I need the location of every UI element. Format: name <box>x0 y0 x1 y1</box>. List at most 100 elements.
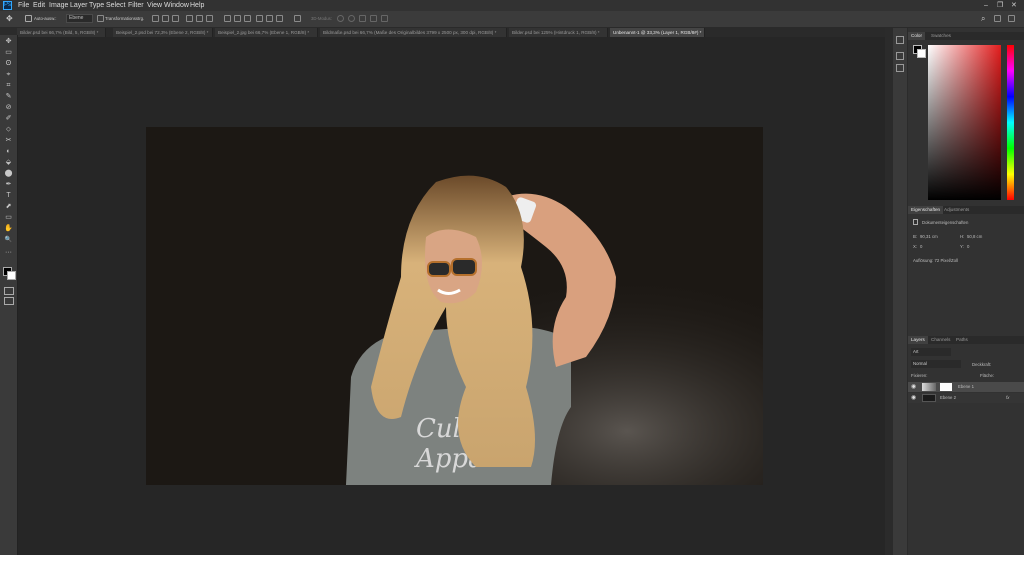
tab-paths[interactable]: Paths <box>953 336 971 344</box>
more-tools-icon[interactable]: ··· <box>4 249 13 257</box>
hue-slider[interactable] <box>1007 45 1014 200</box>
layer-filter-dropdown[interactable]: Art <box>911 348 951 356</box>
3d-slide-icon[interactable] <box>370 15 377 22</box>
layer-name[interactable]: Ebene 2 <box>940 395 956 400</box>
menu-type[interactable]: Type <box>89 0 104 11</box>
type-tool-icon[interactable]: T <box>4 192 13 200</box>
tab-document-3[interactable]: Beispiel_2.jpg bei 66,7% (Ebene 1, RGB/8… <box>215 28 318 37</box>
hand-tool-icon[interactable]: ✋ <box>4 225 13 233</box>
history-panel-icon[interactable] <box>896 36 904 44</box>
tab-document-active[interactable]: Unbenannt-1 @ 33,3% (Layer 1, RGB/8#) * <box>610 28 705 37</box>
distribute-left-icon[interactable] <box>256 15 263 22</box>
tab-color[interactable]: Color <box>908 32 925 40</box>
layer-row[interactable]: ◉ Ebene 2 fx <box>908 393 1024 403</box>
restore-button[interactable]: ❐ <box>997 0 1003 11</box>
tab-document-2[interactable]: Beispiel_2.psd bei 72,3% (Ebene 2, RGB/8… <box>113 28 213 37</box>
distribute-vcenter-icon[interactable] <box>234 15 241 22</box>
width-value[interactable]: 90,31 cm <box>920 234 938 239</box>
distribute-top-icon[interactable] <box>224 15 231 22</box>
layer-name[interactable]: Ebene 1 <box>958 384 974 389</box>
blur-tool-icon[interactable]: ⬤ <box>4 170 13 178</box>
brush-settings-icon[interactable] <box>896 52 904 60</box>
auto-select-label: Auto-ausw.: <box>34 16 57 21</box>
background-color-chip[interactable] <box>917 49 926 58</box>
workspace-icon[interactable] <box>994 15 1001 22</box>
tab-properties[interactable]: Eigenschaften <box>908 206 944 214</box>
brush-tool-icon[interactable]: ✐ <box>4 115 13 123</box>
menu-select[interactable]: Select <box>106 0 125 11</box>
quick-mask-icon[interactable] <box>4 287 14 295</box>
distribute-hcenter-icon[interactable] <box>266 15 273 22</box>
menu-layer[interactable]: Layer <box>70 0 88 11</box>
3d-pan-icon[interactable] <box>359 15 366 22</box>
layer-effects-icon[interactable]: fx <box>1006 395 1009 400</box>
visibility-eye-icon[interactable]: ◉ <box>911 383 916 390</box>
crop-tool-icon[interactable]: ⌗ <box>4 82 13 90</box>
rectangle-tool-icon[interactable]: ▭ <box>4 214 13 222</box>
path-selection-tool-icon[interactable]: ⬈ <box>4 203 13 211</box>
align-left-icon[interactable] <box>186 15 193 22</box>
tab-document-5[interactable]: Bilder.psd bei 125% (Hintdruck 1, RGB/8)… <box>509 28 608 37</box>
auto-select-dropdown[interactable]: Ebene <box>66 14 93 23</box>
y-value[interactable]: 0 <box>967 244 969 249</box>
marquee-tool-icon[interactable]: ▭ <box>4 49 13 57</box>
menu-window[interactable]: Window <box>164 0 189 11</box>
minimize-button[interactable]: – <box>984 0 988 11</box>
menu-help[interactable]: Help <box>190 0 204 11</box>
clone-stamp-tool-icon[interactable]: ⬦ <box>4 126 13 134</box>
menu-edit[interactable]: Edit <box>33 0 45 11</box>
menu-filter[interactable]: Filter <box>128 0 144 11</box>
lasso-tool-icon[interactable]: ʘ <box>4 60 13 68</box>
align-vcenter-icon[interactable] <box>162 15 169 22</box>
move-tool-icon[interactable]: ✥ <box>4 38 13 46</box>
right-panels: Color Swatches Eigenschaften Adjustments… <box>908 28 1024 555</box>
auto-align-icon[interactable] <box>294 15 301 22</box>
tab-document-4[interactable]: Bildmaße.psd bei 66,7% (Maße des Origina… <box>320 28 507 37</box>
3d-roll-icon[interactable] <box>348 15 355 22</box>
eyedropper-tool-icon[interactable]: ✎ <box>4 93 13 101</box>
x-value[interactable]: 0 <box>920 244 922 249</box>
3d-scale-icon[interactable] <box>381 15 388 22</box>
distribute-bottom-icon[interactable] <box>244 15 251 22</box>
search-icon[interactable]: ⌕ <box>981 14 985 24</box>
tab-channels[interactable]: Channels <box>928 336 953 344</box>
pen-tool-icon[interactable]: ✒ <box>4 181 13 189</box>
document-canvas[interactable]: Culprit Appar <box>146 127 763 485</box>
history-brush-tool-icon[interactable]: ✂ <box>4 137 13 145</box>
close-window-button[interactable]: ✕ <box>1011 0 1017 11</box>
transform-controls-checkbox[interactable] <box>97 15 104 22</box>
photoshop-logo-icon[interactable]: Ps <box>3 1 12 10</box>
blend-mode-dropdown[interactable]: Normal <box>911 360 961 368</box>
quick-select-tool-icon[interactable]: ⌖ <box>4 71 13 79</box>
screen-mode-icon[interactable] <box>4 297 14 305</box>
tab-adjustments[interactable]: Adjustments <box>941 206 972 214</box>
eraser-tool-icon[interactable]: ◐ <box>4 148 13 156</box>
background-color-swatch[interactable] <box>7 271 16 280</box>
zoom-tool-icon[interactable]: 🔍 <box>4 236 13 244</box>
visibility-eye-icon[interactable]: ◉ <box>911 394 916 401</box>
auto-select-checkbox[interactable] <box>25 15 32 22</box>
move-tool-icon[interactable]: ✥ <box>6 14 13 23</box>
tab-layers[interactable]: Layers <box>908 336 928 344</box>
adjustments-icon[interactable] <box>896 64 904 72</box>
gradient-tool-icon[interactable]: ⬙ <box>4 159 13 167</box>
lock-label: Fixieren: <box>911 373 928 378</box>
menu-file[interactable]: File <box>18 0 29 11</box>
tab-label: Bilder.psd bei 125% (Hintdruck 1, RGB/8)… <box>512 30 600 35</box>
distribute-right-icon[interactable] <box>276 15 283 22</box>
layer-mask-thumbnail[interactable] <box>940 383 952 391</box>
tab-swatches[interactable]: Swatches <box>928 32 954 40</box>
layer-row[interactable]: ◉ Ebene 1 <box>908 382 1024 392</box>
align-bottom-icon[interactable] <box>172 15 179 22</box>
3d-orbit-icon[interactable] <box>337 15 344 22</box>
tab-document-1[interactable]: Bilder.psd bei 66,7% (Bild, 5, RGB/8) * <box>17 28 106 37</box>
healing-brush-tool-icon[interactable]: ⊘ <box>4 104 13 112</box>
height-value[interactable]: 50,8 cm <box>967 234 982 239</box>
menu-view[interactable]: View <box>147 0 162 11</box>
menu-image[interactable]: Image <box>49 0 68 11</box>
color-field[interactable] <box>928 45 1001 200</box>
share-icon[interactable] <box>1008 15 1015 22</box>
align-hcenter-icon[interactable] <box>196 15 203 22</box>
align-right-icon[interactable] <box>206 15 213 22</box>
align-top-icon[interactable] <box>152 15 159 22</box>
